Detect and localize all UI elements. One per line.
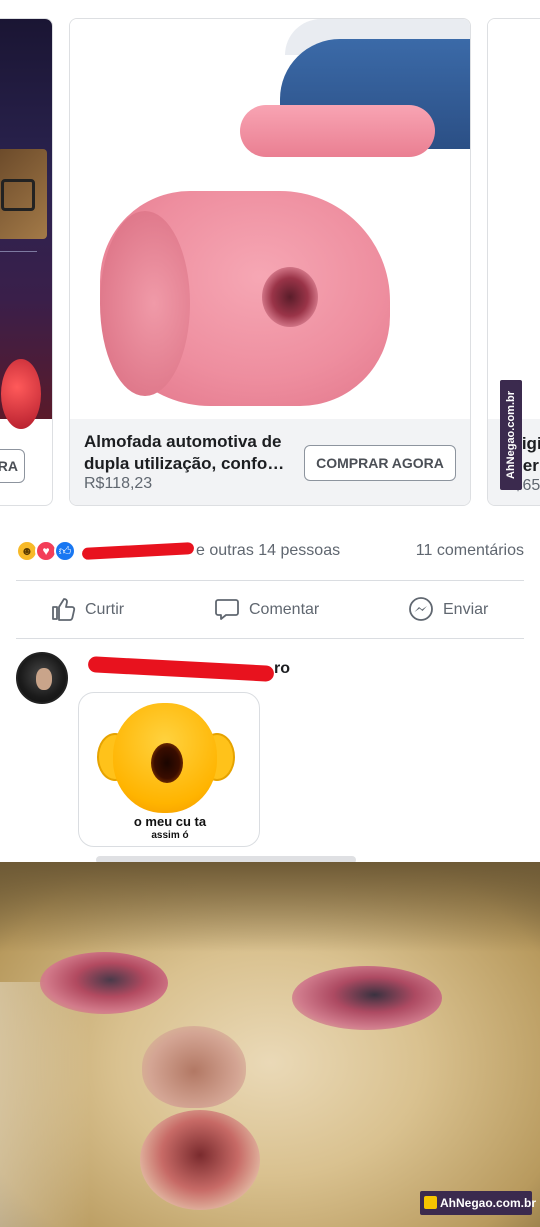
vertical-watermark: AhNegao.com.br bbox=[500, 380, 522, 490]
buy-now-button[interactable]: COMPRAR AGORA bbox=[304, 445, 456, 481]
comment-item: ro o meu cu ta assim ó bbox=[16, 648, 524, 864]
product-price: R$118,23 bbox=[84, 475, 153, 492]
comment-sticker[interactable]: o meu cu ta assim ó bbox=[78, 692, 260, 847]
messenger-icon bbox=[409, 597, 433, 621]
sticker-caption-sub: assim ó bbox=[151, 830, 189, 841]
author-visible-fragment: ro bbox=[274, 660, 290, 677]
reactions-summary[interactable]: ☻ ♥ 👍︎ e outras 14 pessoas 11 comentário… bbox=[16, 538, 524, 566]
site-logo-icon bbox=[424, 1196, 437, 1209]
redaction-scribble bbox=[87, 655, 275, 682]
thumbs-up-icon bbox=[52, 598, 76, 621]
product-carousel: ORA Almofada automotiva de dupla utiliza… bbox=[0, 0, 540, 520]
redaction-scribble bbox=[81, 541, 195, 560]
comment-button[interactable]: Comentar bbox=[214, 596, 334, 624]
divider bbox=[16, 638, 524, 639]
comment-bubble-icon bbox=[215, 599, 239, 620]
site-watermark: AhNegao.com.br bbox=[420, 1191, 536, 1215]
product-card-main[interactable]: Almofada automotiva de dupla utilização,… bbox=[69, 18, 471, 506]
sticker-caption: o meu cu ta bbox=[133, 814, 207, 829]
send-label: Enviar bbox=[443, 601, 489, 618]
avatar[interactable] bbox=[16, 652, 68, 704]
cat-mouth bbox=[140, 1110, 260, 1210]
product-image bbox=[70, 19, 470, 419]
send-button[interactable]: Enviar bbox=[408, 596, 508, 624]
reactors-text[interactable]: e outras 14 pessoas bbox=[81, 541, 341, 560]
cat-eye bbox=[292, 966, 442, 1030]
like-reaction-icon: 👍︎ bbox=[54, 540, 76, 562]
product-card-previous[interactable]: ORA bbox=[0, 18, 53, 506]
comment-author[interactable]: ro bbox=[87, 655, 290, 682]
product-footer: Almofada automotiva de dupla utilização,… bbox=[70, 419, 470, 505]
divider bbox=[16, 580, 524, 581]
like-button[interactable]: Curtir bbox=[50, 596, 140, 624]
cat-eye bbox=[40, 952, 168, 1014]
post-action-bar: Curtir Comentar Enviar bbox=[16, 582, 524, 638]
site-watermark-text: AhNegao.com.br bbox=[440, 1196, 537, 1210]
like-label: Curtir bbox=[85, 601, 125, 618]
product-image bbox=[0, 19, 52, 429]
buy-now-button[interactable]: ORA bbox=[0, 449, 25, 483]
reactors-others: e outras 14 pessoas bbox=[196, 542, 341, 559]
reaction-icons[interactable]: ☻ ♥ 👍︎ bbox=[16, 540, 82, 564]
comment-label: Comentar bbox=[249, 601, 320, 618]
cat-nose bbox=[142, 1026, 246, 1108]
product-image bbox=[488, 19, 540, 419]
reaction-cat-photo bbox=[0, 862, 540, 1227]
product-title[interactable]: Almofada automotiva de dupla utilização,… bbox=[84, 431, 299, 475]
comments-count-link[interactable]: 11 comentários bbox=[416, 542, 524, 560]
